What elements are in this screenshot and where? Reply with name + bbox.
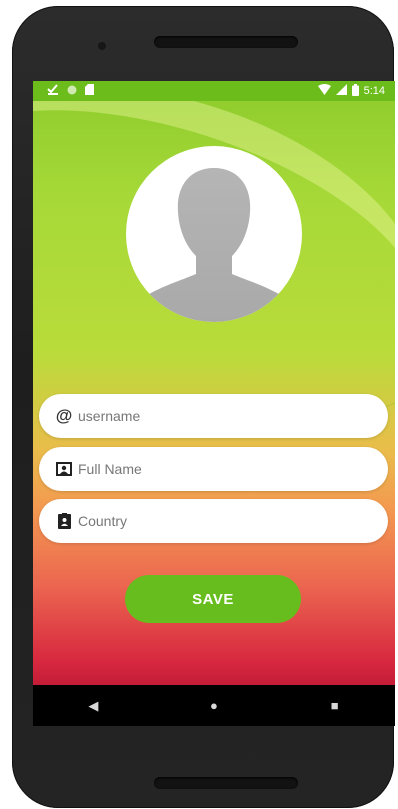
front-camera — [98, 42, 106, 50]
earpiece-speaker — [154, 36, 298, 48]
country-field[interactable] — [39, 499, 388, 543]
home-icon[interactable]: ● — [194, 698, 234, 713]
download-done-icon — [47, 84, 59, 98]
battery-icon — [351, 83, 359, 99]
profile-avatar[interactable] — [126, 146, 302, 322]
full-name-field[interactable] — [39, 447, 388, 491]
person-silhouette-icon — [146, 168, 282, 322]
back-icon[interactable]: ◀ — [73, 698, 113, 714]
signal-icon — [335, 84, 347, 98]
status-bar: 5:14 — [33, 81, 395, 101]
circle-icon — [67, 85, 77, 98]
at-icon: @ — [55, 406, 73, 425]
full-name-input[interactable] — [75, 461, 368, 477]
sd-card-icon — [85, 84, 94, 98]
contact-card-icon — [53, 462, 75, 476]
save-button[interactable]: SAVE — [125, 575, 301, 623]
country-input[interactable] — [75, 513, 368, 529]
wifi-icon — [317, 84, 331, 98]
username-input[interactable] — [75, 408, 368, 424]
recents-icon[interactable]: ■ — [315, 698, 355, 713]
badge-icon — [53, 513, 75, 529]
status-time: 5:14 — [363, 85, 385, 97]
navigation-bar: ◀ ● ■ — [33, 685, 395, 726]
app-screen: 5:14 @ SAVE — [33, 81, 395, 726]
username-field[interactable]: @ — [39, 394, 388, 438]
bottom-speaker — [154, 777, 298, 789]
